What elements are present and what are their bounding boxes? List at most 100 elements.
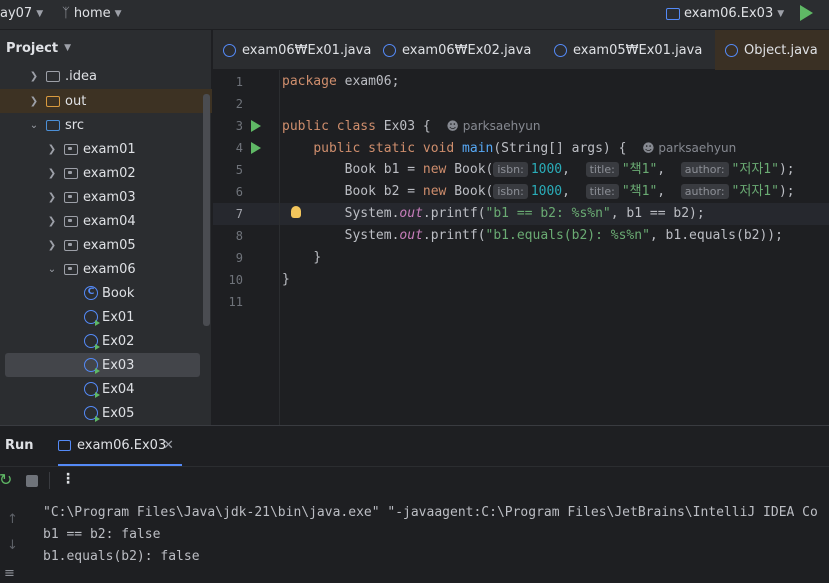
- stop-icon[interactable]: [26, 475, 38, 487]
- tree-item-ex04[interactable]: Ex04: [0, 377, 212, 401]
- editor-gutter: 1 2 3 4 5 6 7 8 9 10 11: [213, 70, 301, 425]
- run-icon[interactable]: [800, 5, 813, 21]
- code-editor[interactable]: 1 2 3 4 5 6 7 8 9 10 11 package exam06; …: [213, 70, 829, 425]
- close-icon[interactable]: ✕: [163, 438, 174, 453]
- chevron-right-icon[interactable]: ❯: [46, 144, 58, 155]
- tree-item-src[interactable]: ⌄ src: [0, 113, 212, 137]
- scroll-down-icon[interactable]: ↓: [7, 538, 18, 553]
- soft-wrap-icon[interactable]: ≡: [4, 566, 15, 581]
- run-config-icon: [58, 439, 71, 451]
- line-number: 7: [235, 207, 243, 221]
- run-main-gutter-icon[interactable]: [251, 142, 261, 154]
- code-line-7: System.out.printf("b1 == b2: %s%n", b1 =…: [344, 206, 705, 221]
- scroll-up-icon[interactable]: ↑: [7, 512, 18, 527]
- branch-selector[interactable]: ᛉ home ▼: [62, 6, 122, 21]
- console-line: b1.equals(b2): false: [43, 549, 200, 564]
- param-hint-title: title:: [585, 184, 619, 199]
- line-number: 1: [235, 75, 243, 89]
- tab-exam05-ex01[interactable]: exam05₩Ex01.java: [544, 30, 712, 70]
- tree-item-ex03[interactable]: Ex03: [5, 353, 200, 377]
- param-hint-author: author:: [680, 184, 729, 199]
- chevron-down-icon[interactable]: ⌄: [46, 264, 58, 275]
- runnable-class-icon: [84, 382, 100, 398]
- user-icon: ☻: [642, 141, 655, 155]
- more-options-icon[interactable]: ⋮: [61, 471, 75, 487]
- code-line-10: }: [282, 272, 290, 287]
- tab-exam06-ex01[interactable]: exam06₩Ex01.java: [213, 30, 381, 70]
- param-hint-isbn: isbn:: [493, 162, 528, 177]
- run-class-gutter-icon[interactable]: [251, 120, 261, 132]
- folder-icon: [46, 119, 60, 131]
- tree-item-label: Ex05: [102, 405, 135, 421]
- tab-label: exam06₩Ex02.java: [402, 42, 532, 58]
- line-number: 9: [235, 251, 243, 265]
- tree-item-exam04[interactable]: ❯ exam04: [0, 209, 212, 233]
- tree-item-label: out: [65, 93, 87, 109]
- runnable-class-icon: [84, 358, 100, 374]
- chevron-right-icon[interactable]: ❯: [46, 216, 58, 227]
- run-config-name: exam06.Ex03: [684, 6, 774, 21]
- tree-item-ex02[interactable]: Ex02: [0, 329, 212, 353]
- chevron-down-icon: ▼: [64, 43, 71, 53]
- package-icon: [64, 263, 78, 275]
- chevron-right-icon[interactable]: ❯: [28, 71, 40, 82]
- sidebar-scrollbar[interactable]: [203, 94, 210, 326]
- tree-item-label: exam06: [83, 261, 136, 277]
- project-panel: Project ▼ ❯ .idea ❯ out ⌄ src ❯ exam01 ❯…: [0, 30, 212, 425]
- folder-icon: [46, 95, 60, 107]
- run-panel: Run exam06.Ex03 ✕ ↻ ⋮ ↑ ↓ ≡ "C:\Program …: [0, 425, 829, 583]
- code-line-9: }: [313, 250, 322, 265]
- package-icon: [64, 191, 78, 203]
- tree-item-exam06[interactable]: ⌄ exam06: [0, 257, 212, 281]
- tree-item-label: exam04: [83, 213, 136, 229]
- tree-item-label: Ex02: [102, 333, 135, 349]
- code-line-1: package exam06;: [282, 74, 400, 89]
- tree-item-exam03[interactable]: ❯ exam03: [0, 185, 212, 209]
- tree-item-exam05[interactable]: ❯ exam05: [0, 233, 212, 257]
- tree-item-ex01[interactable]: Ex01: [0, 305, 212, 329]
- chevron-right-icon[interactable]: ❯: [46, 240, 58, 251]
- title-bar: ay07 ▼ ᛉ home ▼ exam06.Ex03 ▼: [0, 0, 829, 30]
- class-icon: C: [84, 286, 98, 300]
- runnable-class-icon: [223, 43, 236, 57]
- tree-item-label: Ex01: [102, 309, 135, 325]
- line-number: 10: [228, 273, 243, 287]
- rerun-icon[interactable]: ↻: [0, 470, 12, 489]
- line-number: 6: [235, 185, 243, 199]
- run-config-icon: [666, 7, 680, 20]
- project-panel-header[interactable]: Project ▼: [0, 30, 212, 66]
- author-hint: ☻ parksaehyun: [446, 119, 541, 133]
- chevron-right-icon[interactable]: ❯: [28, 96, 40, 107]
- run-tab-label: exam06.Ex03: [77, 437, 167, 453]
- console-line: "C:\Program Files\Java\jdk-21\bin\java.e…: [43, 505, 818, 520]
- param-hint-author: author:: [680, 162, 729, 177]
- chevron-right-icon[interactable]: ❯: [46, 192, 58, 203]
- tab-label: exam05₩Ex01.java: [573, 42, 703, 58]
- tab-label: exam06₩Ex01.java: [242, 42, 372, 58]
- tree-item-exam02[interactable]: ❯ exam02: [0, 161, 212, 185]
- run-panel-header: Run exam06.Ex03 ✕: [0, 426, 829, 466]
- chevron-down-icon: ▼: [36, 8, 44, 19]
- tree-item-exam01[interactable]: ❯ exam01: [0, 137, 212, 161]
- tree-item-idea[interactable]: ❯ .idea: [0, 64, 212, 88]
- console-line: b1 == b2: false: [43, 527, 161, 542]
- run-config-selector[interactable]: exam06.Ex03 ▼: [666, 6, 784, 21]
- tree-item-label: Ex03: [102, 357, 135, 373]
- tree-item-ex05[interactable]: Ex05: [0, 401, 212, 425]
- tab-object[interactable]: Object.java: [715, 30, 829, 70]
- tab-exam06-ex02[interactable]: exam06₩Ex02.java: [373, 30, 541, 70]
- project-selector[interactable]: ay07 ▼: [0, 6, 43, 21]
- author-hint: ☻ parksaehyun: [642, 141, 737, 155]
- tree-item-label: exam01: [83, 141, 136, 157]
- tree-item-book[interactable]: C Book: [0, 281, 212, 305]
- tab-label: Object.java: [744, 42, 818, 58]
- line-number: 4: [235, 141, 243, 155]
- user-icon: ☻: [446, 119, 459, 133]
- chevron-down-icon[interactable]: ⌄: [28, 120, 40, 131]
- project-name: ay07: [0, 6, 33, 21]
- tree-item-out[interactable]: ❯ out: [0, 89, 212, 113]
- tree-item-label: exam02: [83, 165, 136, 181]
- runnable-class-icon: [84, 334, 100, 350]
- chevron-down-icon: ▼: [777, 8, 785, 19]
- chevron-right-icon[interactable]: ❯: [46, 168, 58, 179]
